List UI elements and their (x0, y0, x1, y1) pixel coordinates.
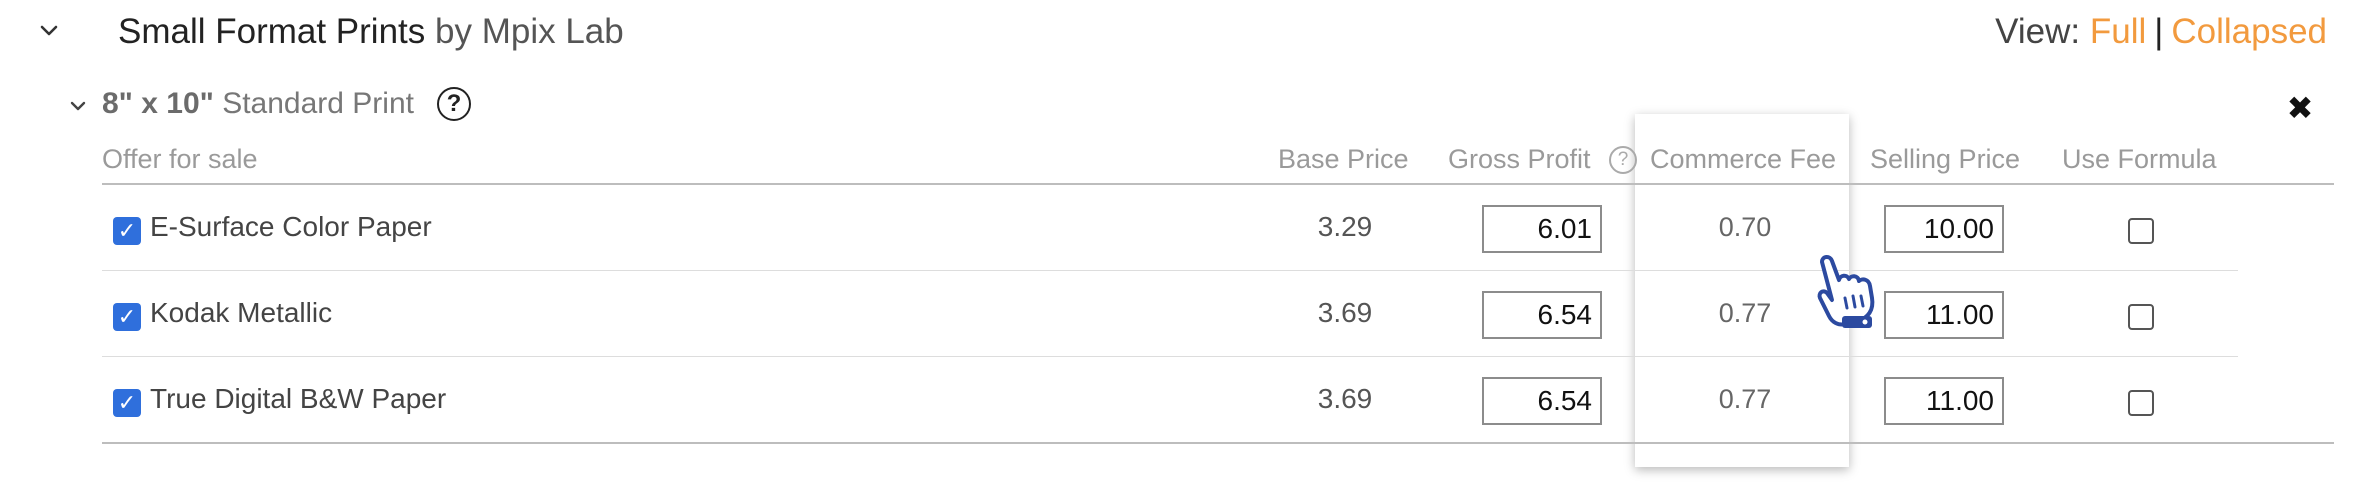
view-collapsed-link[interactable]: Collapsed (2171, 12, 2327, 51)
print-size: 8" x 10" (102, 87, 214, 120)
selling-price-input[interactable]: 11.00 (1884, 377, 2004, 425)
product-group-title: Small Format Prints by Mpix Lab (118, 10, 624, 54)
use-formula-checkbox[interactable] (2128, 218, 2154, 244)
paper-name: True Digital B&W Paper (150, 383, 447, 414)
column-header-gross-profit: Gross Profit (1448, 144, 1591, 174)
help-icon[interactable]: ? (437, 87, 471, 121)
hand-pointer-icon (1817, 255, 1875, 328)
pricing-panel: Small Format Prints by Mpix Lab View: Fu… (0, 0, 2360, 486)
table-bottom-divider (102, 442, 2334, 444)
paper-name: E-Surface Color Paper (150, 211, 432, 242)
column-header-base-price: Base Price (1278, 144, 1409, 174)
offer-checkbox[interactable]: ✓ (113, 217, 141, 245)
gross-profit-input[interactable]: 6.01 (1482, 205, 1602, 253)
chevron-down-icon[interactable] (38, 20, 60, 42)
gross-profit-input[interactable]: 6.54 (1482, 377, 1602, 425)
base-price: 3.69 (1317, 383, 1373, 414)
use-formula-checkbox[interactable] (2128, 304, 2154, 330)
gross-profit-help-icon[interactable]: ? (1609, 146, 1637, 174)
row-divider (102, 270, 2238, 271)
selling-price-input[interactable]: 11.00 (1884, 291, 2004, 339)
paper-name: Kodak Metallic (150, 297, 333, 328)
base-price: 3.69 (1317, 297, 1373, 328)
group-title-main: Small Format Prints (118, 12, 426, 51)
row-divider (102, 356, 2238, 357)
commerce-fee: 0.77 (1718, 384, 1772, 414)
view-switch: View: Full | Collapsed (1995, 10, 2327, 54)
view-label: View: (1995, 12, 2090, 51)
use-formula-checkbox[interactable] (2128, 390, 2154, 416)
group-title-lab: by Mpix Lab (425, 12, 624, 51)
column-header-use-formula: Use Formula (2062, 144, 2217, 174)
column-header-commerce-fee: Commerce Fee (1650, 144, 1837, 174)
gross-profit-input[interactable]: 6.54 (1482, 291, 1602, 339)
selling-price-input[interactable]: 10.00 (1884, 205, 2004, 253)
base-price: 3.29 (1317, 211, 1373, 242)
header-divider (102, 183, 2334, 185)
commerce-fee: 0.70 (1718, 212, 1772, 242)
view-separator: | (2154, 12, 2164, 51)
chevron-down-icon[interactable] (68, 96, 88, 116)
print-type: Standard Print (213, 87, 414, 120)
offer-checkbox[interactable]: ✓ (113, 303, 141, 331)
print-size-title: 8" x 10" Standard Print (102, 82, 414, 126)
commerce-fee: 0.77 (1718, 298, 1772, 328)
column-header-selling-price: Selling Price (1870, 144, 2021, 174)
close-icon[interactable]: ✖ (2286, 92, 2314, 124)
column-header-offer: Offer for sale (102, 144, 258, 174)
view-full-link[interactable]: Full (2090, 12, 2146, 51)
offer-checkbox[interactable]: ✓ (113, 389, 141, 417)
